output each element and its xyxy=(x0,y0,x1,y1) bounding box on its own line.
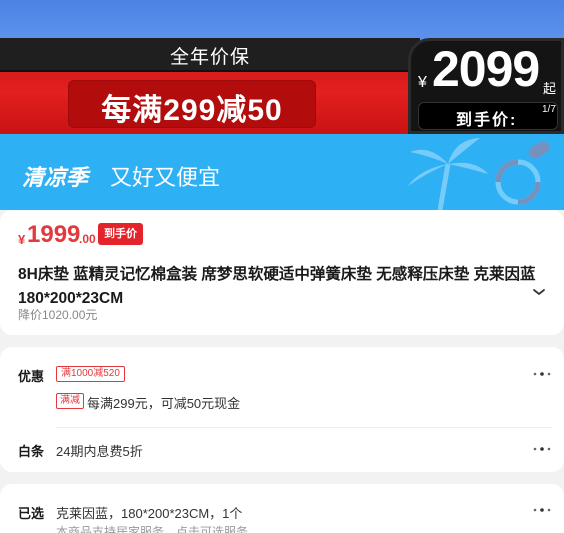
offer-detail[interactable]: 每满299元，可减50元现金 xyxy=(87,393,240,412)
season-slogan: 又好又便宜 xyxy=(110,165,221,190)
selected-spec[interactable]: 克莱因蓝，180*200*23CM，1个 xyxy=(56,503,242,522)
home-service-note: 本商品支持居家服务，点击可选服务 xyxy=(56,525,249,533)
price-tag-amount: 2099 xyxy=(432,41,540,97)
promo-headline: 每满299减50 xyxy=(101,94,283,127)
more-options-icon[interactable] xyxy=(532,370,552,378)
season-brand: 清凉季 xyxy=(22,165,89,190)
promo-subtitle: 全年价保 xyxy=(169,47,250,68)
coupon-tag[interactable]: 满1000减520 xyxy=(56,366,125,382)
product-price-currency: ¥ xyxy=(18,232,26,247)
palm-tree-icon xyxy=(408,138,550,210)
baitiao-detail[interactable]: 24期内息费5折 xyxy=(56,441,143,460)
baitiao-label: 白条 xyxy=(18,444,45,459)
price-drop-note: 降价1020.00元 xyxy=(18,308,98,322)
selected-label: 已选 xyxy=(18,506,45,521)
image-page-indicator: 1/7 xyxy=(542,104,556,115)
final-price-badge: 到手价 xyxy=(98,223,143,245)
product-price: 1999 xyxy=(27,221,81,248)
price-tag-currency: ¥ xyxy=(418,74,427,91)
divider xyxy=(56,427,552,428)
product-title: 8H床垫 蓝精灵记忆棉盒装 席梦思软硬适中弹簧床垫 无感释压床垫 克莱因蓝 18… xyxy=(18,266,536,307)
price-tag-label: 到手价: xyxy=(456,112,518,129)
chevron-down-icon[interactable] xyxy=(531,284,547,300)
more-options-icon[interactable] xyxy=(532,445,552,453)
more-options-icon[interactable] xyxy=(532,506,552,514)
product-price-decimal: .00 xyxy=(79,232,96,246)
offers-label: 优惠 xyxy=(18,369,45,384)
discount-type-tag: 满减 xyxy=(56,393,84,409)
price-tag-suffix: 起 xyxy=(543,81,557,96)
